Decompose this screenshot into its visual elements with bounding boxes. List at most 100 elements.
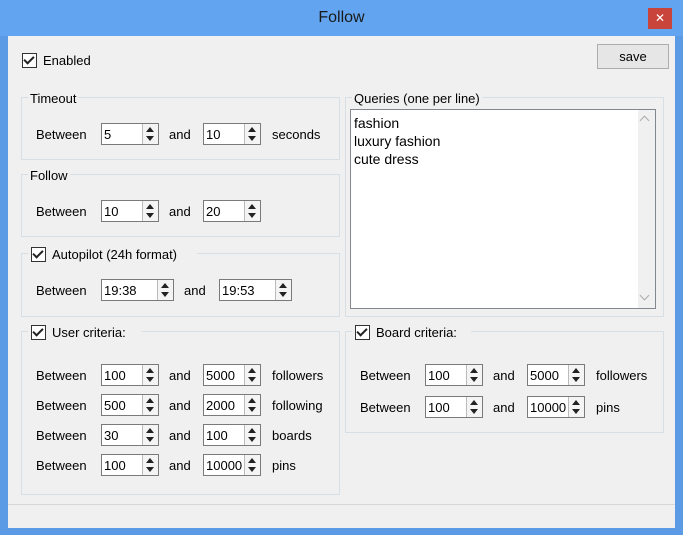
- spin-down-icon[interactable]: [572, 409, 580, 414]
- spinner-arrows[interactable]: [142, 425, 158, 445]
- spinner-arrows[interactable]: [244, 365, 260, 385]
- spinner-value: 100: [104, 368, 126, 383]
- user-pins-to-spinner[interactable]: 10000: [203, 454, 261, 476]
- timeout-from-spinner[interactable]: 5: [101, 123, 159, 145]
- spinner-value: 100: [104, 458, 126, 473]
- spin-up-icon[interactable]: [146, 127, 154, 132]
- spin-up-icon[interactable]: [248, 368, 256, 373]
- user-boards-to-spinner[interactable]: 100: [203, 424, 261, 446]
- spin-up-icon[interactable]: [470, 400, 478, 405]
- spin-down-icon[interactable]: [146, 377, 154, 382]
- board-followers-from-spinner[interactable]: 100: [425, 364, 483, 386]
- spin-up-icon[interactable]: [146, 428, 154, 433]
- spinner-arrows[interactable]: [142, 201, 158, 221]
- spin-up-icon[interactable]: [248, 127, 256, 132]
- spin-up-icon[interactable]: [572, 368, 580, 373]
- board-criteria-title: Board criteria:: [376, 325, 457, 340]
- queries-textarea[interactable]: fashion luxury fashion cute dress: [350, 109, 656, 309]
- spin-down-icon[interactable]: [248, 407, 256, 412]
- spinner-arrows[interactable]: [142, 395, 158, 415]
- spin-down-icon[interactable]: [470, 409, 478, 414]
- follow-to-spinner[interactable]: 20: [203, 200, 261, 222]
- autopilot-and-label: and: [184, 283, 206, 298]
- time-arrows[interactable]: [157, 280, 173, 300]
- spin-down-icon[interactable]: [572, 377, 580, 382]
- spin-up-icon[interactable]: [161, 283, 169, 288]
- time-value: 19:53: [222, 283, 255, 298]
- user-pins-from-spinner[interactable]: 100: [101, 454, 159, 476]
- queries-group-title: Queries (one per line): [352, 91, 482, 106]
- spin-down-icon[interactable]: [146, 437, 154, 442]
- spin-up-icon[interactable]: [146, 368, 154, 373]
- spinner-arrows[interactable]: [568, 397, 584, 417]
- spin-down-icon[interactable]: [146, 467, 154, 472]
- spin-up-icon[interactable]: [470, 368, 478, 373]
- board-pins-from-spinner[interactable]: 100: [425, 396, 483, 418]
- spin-up-icon[interactable]: [248, 428, 256, 433]
- board-pins-to-spinner[interactable]: 10000: [527, 396, 585, 418]
- spinner-value: 10000: [206, 458, 243, 473]
- spin-up-icon[interactable]: [279, 283, 287, 288]
- time-value: 19:38: [104, 283, 137, 298]
- spinner-arrows[interactable]: [244, 455, 260, 475]
- scroll-down-icon[interactable]: [639, 290, 650, 301]
- user-followers-from-spinner[interactable]: 100: [101, 364, 159, 386]
- spin-up-icon[interactable]: [146, 458, 154, 463]
- autopilot-to-time[interactable]: 19:53: [219, 279, 292, 301]
- timeout-to-spinner[interactable]: 10: [203, 123, 261, 145]
- spin-down-icon[interactable]: [161, 292, 169, 297]
- row-unit-label: pins: [272, 458, 296, 473]
- spin-up-icon[interactable]: [248, 458, 256, 463]
- spin-down-icon[interactable]: [146, 136, 154, 141]
- spin-up-icon[interactable]: [146, 398, 154, 403]
- spinner-arrows[interactable]: [244, 395, 260, 415]
- spin-down-icon[interactable]: [146, 213, 154, 218]
- autopilot-checkbox[interactable]: [31, 247, 46, 262]
- row-unit-label: following: [272, 398, 323, 413]
- spin-down-icon[interactable]: [248, 467, 256, 472]
- board-followers-to-spinner[interactable]: 5000: [527, 364, 585, 386]
- spinner-arrows[interactable]: [244, 201, 260, 221]
- user-boards-from-spinner[interactable]: 30: [101, 424, 159, 446]
- spinner-value: 100: [428, 400, 450, 415]
- spin-up-icon[interactable]: [248, 204, 256, 209]
- spin-down-icon[interactable]: [248, 213, 256, 218]
- spin-down-icon[interactable]: [279, 292, 287, 297]
- spin-up-icon[interactable]: [248, 398, 256, 403]
- spin-up-icon[interactable]: [146, 204, 154, 209]
- spin-up-icon[interactable]: [572, 400, 580, 405]
- timeout-and-label: and: [169, 127, 191, 142]
- follow-from-spinner[interactable]: 10: [101, 200, 159, 222]
- board-criteria-checkbox[interactable]: [355, 325, 370, 340]
- autopilot-from-time[interactable]: 19:38: [101, 279, 174, 301]
- spin-down-icon[interactable]: [470, 377, 478, 382]
- row-and-label: and: [169, 398, 191, 413]
- spinner-arrows[interactable]: [466, 365, 482, 385]
- scroll-up-icon[interactable]: [639, 115, 650, 126]
- spin-down-icon[interactable]: [248, 437, 256, 442]
- spinner-arrows[interactable]: [244, 124, 260, 144]
- user-following-to-spinner[interactable]: 2000: [203, 394, 261, 416]
- spin-down-icon[interactable]: [248, 377, 256, 382]
- spinner-arrows[interactable]: [466, 397, 482, 417]
- queries-scrollbar[interactable]: [638, 110, 655, 308]
- save-button[interactable]: save: [597, 44, 669, 69]
- spinner-arrows[interactable]: [142, 455, 158, 475]
- title-bar: Follow ✕: [0, 0, 683, 36]
- spinner-value: 500: [104, 398, 126, 413]
- spin-down-icon[interactable]: [248, 136, 256, 141]
- spinner-arrows[interactable]: [244, 425, 260, 445]
- spinner-value: 100: [428, 368, 450, 383]
- spinner-value: 5: [104, 127, 112, 142]
- row-and-label: and: [169, 368, 191, 383]
- user-criteria-checkbox[interactable]: [31, 325, 46, 340]
- spinner-arrows[interactable]: [142, 365, 158, 385]
- enabled-checkbox[interactable]: [22, 53, 37, 68]
- spinner-arrows[interactable]: [568, 365, 584, 385]
- spinner-arrows[interactable]: [142, 124, 158, 144]
- close-button[interactable]: ✕: [648, 8, 672, 29]
- user-followers-to-spinner[interactable]: 5000: [203, 364, 261, 386]
- time-arrows[interactable]: [275, 280, 291, 300]
- user-following-from-spinner[interactable]: 500: [101, 394, 159, 416]
- spin-down-icon[interactable]: [146, 407, 154, 412]
